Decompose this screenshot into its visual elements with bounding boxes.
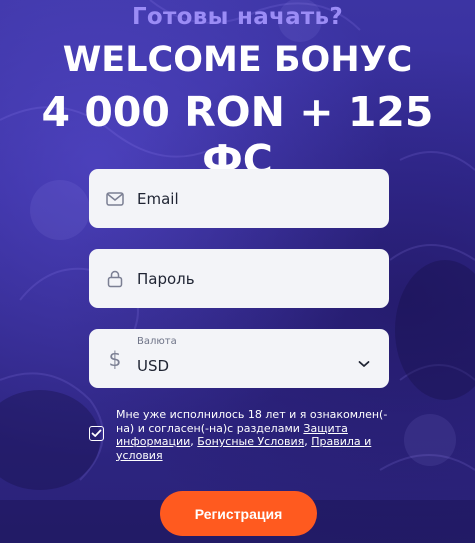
dollar-icon: $ [108,346,122,371]
register-button[interactable]: Регистрация [160,491,317,536]
welcome-bonus-title: WELCOME БОНУС [62,40,413,80]
mail-icon [105,189,125,209]
currency-label: Валюта [137,336,177,347]
lock-icon [105,269,125,289]
checkmark-icon [91,429,102,437]
consent-checkbox[interactable] [89,426,104,441]
password-field[interactable]: Пароль [89,249,389,308]
email-field[interactable]: Email [89,169,389,228]
consent-text: Мне уже исполнилось 18 лет и я ознакомле… [116,408,389,462]
chevron-down-icon [357,354,371,367]
currency-select[interactable]: $ Валюта USD [89,329,389,388]
link-bonus-terms[interactable]: Бонусные Условия [197,435,304,448]
currency-value: USD [137,357,170,375]
email-placeholder: Email [137,189,179,208]
password-placeholder: Пароль [137,269,195,288]
subtitle: Готовы начать? [131,4,344,30]
